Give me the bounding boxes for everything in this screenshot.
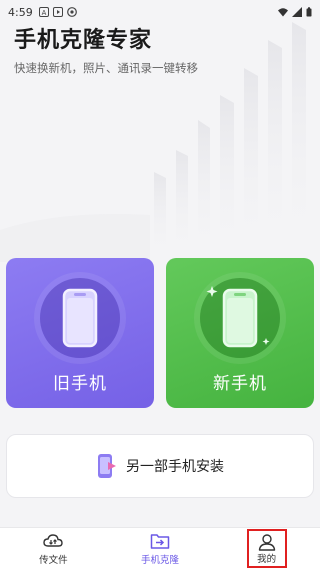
nav-label-transfer-files: 传文件 (39, 554, 68, 566)
nav-item-transfer-files[interactable]: 传文件 (0, 528, 107, 569)
cloud-transfer-icon (43, 533, 64, 547)
nav-item-mine[interactable]: 我的 (213, 528, 320, 569)
user-icon (258, 534, 275, 551)
nav-item-phone-clone[interactable]: 手机克隆 (107, 528, 214, 569)
install-label: 另一部手机安装 (126, 459, 224, 475)
folder-transfer-icon (150, 533, 170, 549)
nav-label-phone-clone: 手机克隆 (141, 554, 180, 566)
phone-install-icon (98, 454, 116, 478)
install-another-phone-button[interactable]: 另一部手机安装 (6, 434, 314, 498)
phone-icon (62, 288, 98, 348)
phone-sparkle-icon (206, 286, 270, 348)
old-phone-card[interactable]: 旧手机 (6, 258, 154, 408)
app-title: 手机克隆专家 (14, 28, 153, 53)
header: 手机克隆专家 快速换新机，照片、通讯录一键转移 (14, 22, 198, 76)
nav-label-mine: 我的 (257, 554, 277, 565)
old-phone-label: 旧手机 (53, 374, 107, 394)
bottom-nav: 传文件 手机克隆 我的 (0, 527, 320, 569)
highlight-box: 我的 (246, 529, 287, 568)
new-phone-label: 新手机 (213, 374, 267, 394)
app-subtitle: 快速换新机，照片、通讯录一键转移 (14, 61, 198, 75)
new-phone-card[interactable]: 新手机 (166, 258, 314, 408)
